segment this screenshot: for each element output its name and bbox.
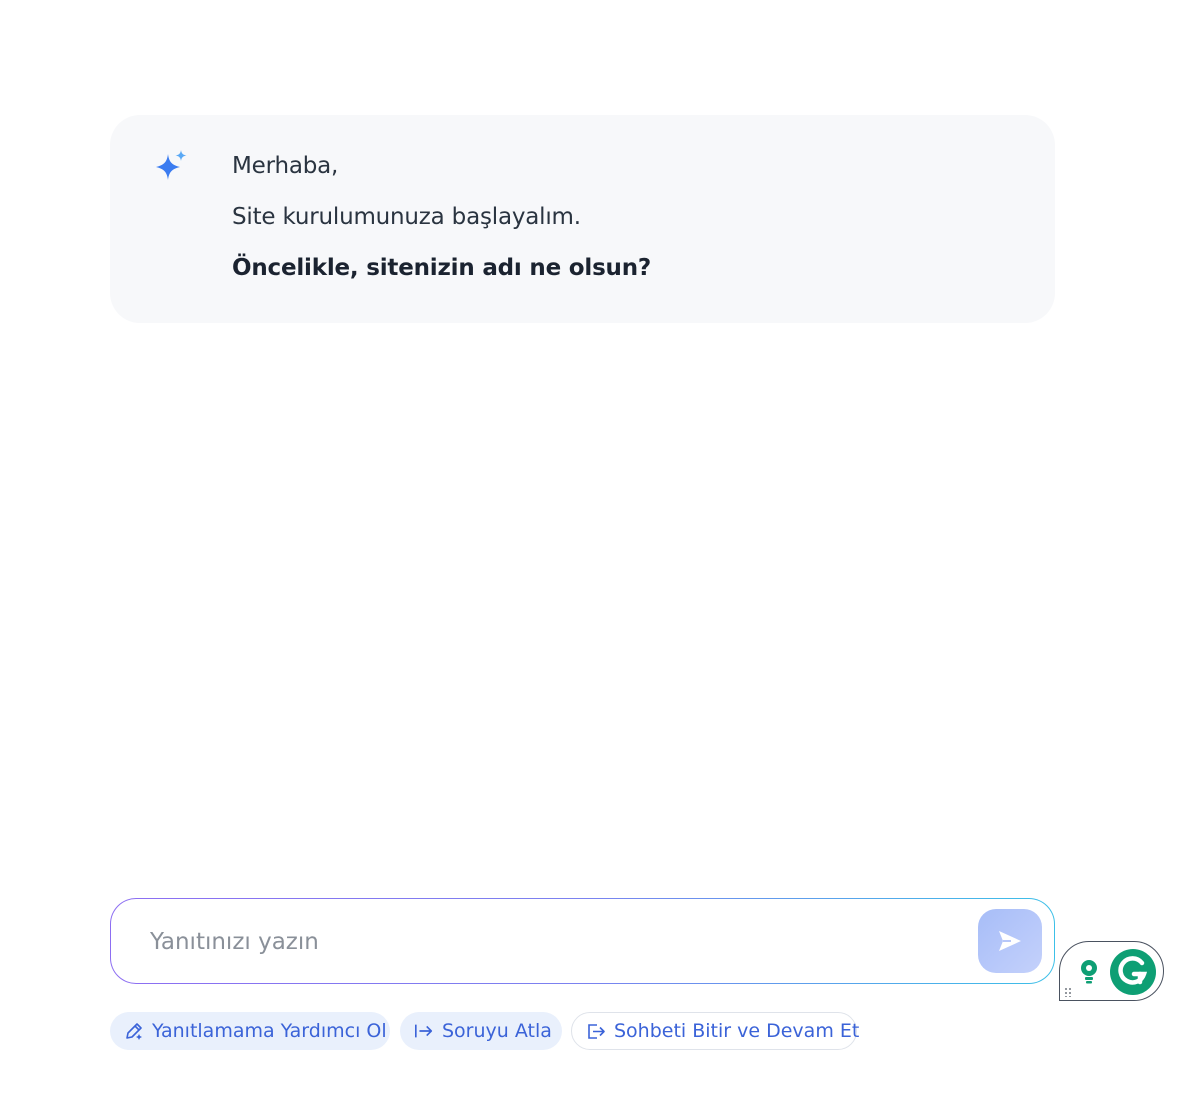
help-me-answer-button[interactable]: Yanıtlamama Yardımcı Ol bbox=[110, 1012, 390, 1050]
question-text: Öncelikle, sitenizin adı ne olsun? bbox=[232, 255, 652, 281]
exit-icon bbox=[586, 1021, 606, 1041]
skip-question-label: Soruyu Atla bbox=[442, 1020, 552, 1042]
sparkle-icon bbox=[156, 150, 187, 180]
skip-question-button[interactable]: Soruyu Atla bbox=[400, 1012, 562, 1050]
drag-handle-icon[interactable] bbox=[1064, 987, 1072, 997]
greeting-text: Merhaba, bbox=[232, 153, 339, 179]
send-button[interactable] bbox=[978, 909, 1042, 973]
grammarly-widget[interactable] bbox=[1059, 941, 1164, 1001]
end-chat-continue-label: Sohbeti Bitir ve Devam Et bbox=[614, 1020, 860, 1042]
intro-text: Site kurulumunuza başlayalım. bbox=[232, 204, 581, 230]
pencil-sparkle-icon bbox=[124, 1021, 144, 1041]
skip-arrow-icon bbox=[414, 1021, 434, 1041]
grammarly-logo-icon bbox=[1110, 949, 1156, 995]
lightbulb-icon bbox=[1081, 960, 1097, 984]
reply-input[interactable] bbox=[150, 920, 950, 964]
chat-page: Merhaba, Site kurulumunuza başlayalım. Ö… bbox=[0, 0, 1200, 1095]
help-me-answer-label: Yanıtlamama Yardımcı Ol bbox=[152, 1020, 387, 1042]
send-icon bbox=[999, 931, 1021, 951]
end-chat-continue-button[interactable]: Sohbeti Bitir ve Devam Et bbox=[571, 1012, 860, 1050]
